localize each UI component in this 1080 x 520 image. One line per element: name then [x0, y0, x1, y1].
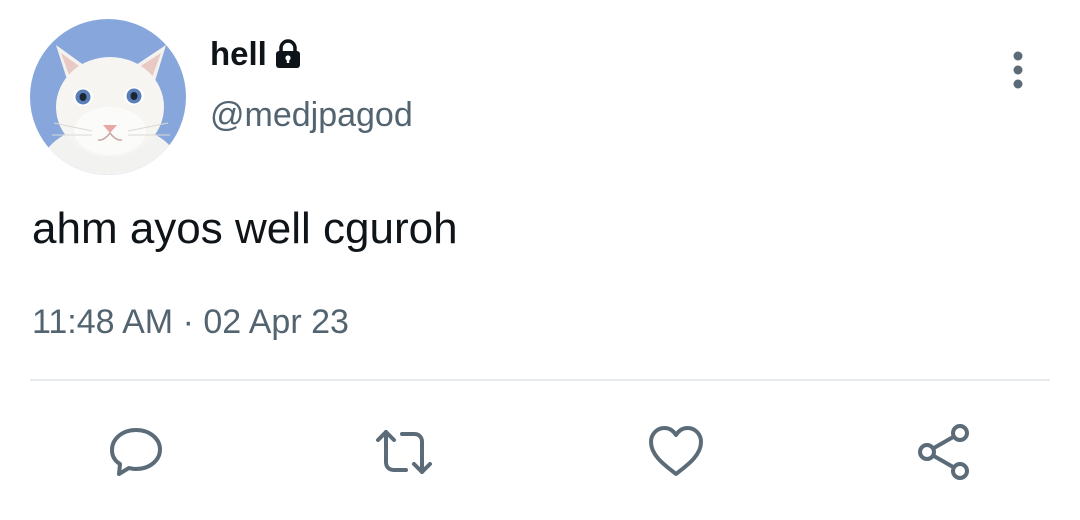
heart-icon	[649, 426, 703, 476]
speech-bubble-icon	[110, 428, 162, 476]
tweet-timestamp: 11:48 AM · 02 Apr 23	[32, 303, 349, 341]
retweet-arrows-icon	[376, 430, 432, 474]
tweet-text: ahm ayos well cguroh	[32, 204, 458, 253]
vertical-dots-icon	[1013, 51, 1023, 89]
like-button[interactable]	[644, 420, 708, 484]
lock-icon	[271, 37, 305, 71]
retweet-button[interactable]	[372, 420, 436, 484]
share-button[interactable]	[912, 420, 976, 484]
user-handle[interactable]: @medjpagod	[210, 94, 413, 136]
share-nodes-icon	[918, 424, 969, 480]
more-options-button[interactable]	[998, 48, 1038, 92]
avatar[interactable]	[30, 19, 186, 175]
divider	[30, 379, 1050, 381]
reply-button[interactable]	[104, 420, 168, 484]
display-name[interactable]: hell	[210, 34, 267, 74]
display-name-row[interactable]: hell	[210, 34, 305, 74]
cat-avatar-image	[30, 19, 186, 175]
